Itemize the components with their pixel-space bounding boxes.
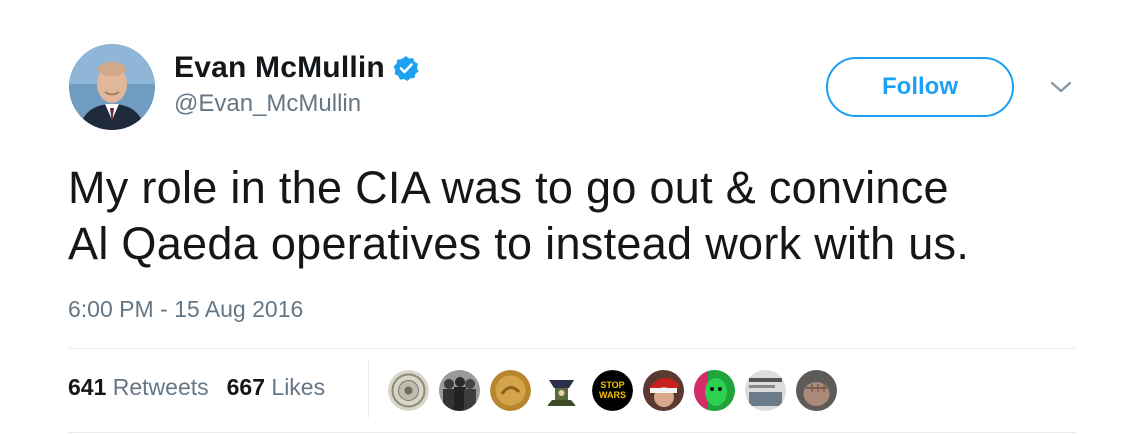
display-name[interactable]: Evan McMullin bbox=[174, 51, 385, 85]
divider bbox=[68, 432, 1076, 433]
chevron-down-icon[interactable] bbox=[1048, 77, 1074, 97]
verified-badge-icon bbox=[393, 55, 419, 81]
tweet-text-line-1: My role in the CIA was to go out & convi… bbox=[68, 162, 949, 213]
coin-avatar[interactable] bbox=[490, 370, 531, 411]
seal-avatar[interactable] bbox=[388, 370, 429, 411]
divider bbox=[68, 348, 1076, 349]
retweets-stat[interactable]: 641 Retweets bbox=[68, 374, 209, 401]
tweet-text: My role in the CIA was to go out & convi… bbox=[68, 160, 1128, 272]
retweets-label: Retweets bbox=[112, 374, 209, 400]
fist-avatar[interactable] bbox=[796, 370, 837, 411]
tweet-stats: 641 Retweets 667 Likes bbox=[68, 374, 343, 401]
follow-button[interactable]: Follow bbox=[826, 57, 1014, 117]
stats-divider bbox=[368, 360, 369, 418]
tweet-text-line-2: Al Qaeda operatives to instead work with… bbox=[68, 218, 970, 269]
tweet-card: Evan McMullin @Evan_McMullin Follow My r… bbox=[0, 0, 1146, 434]
avatar[interactable] bbox=[69, 44, 155, 130]
stop-wars-avatar[interactable]: STOP WARS bbox=[592, 370, 633, 411]
retweets-count: 641 bbox=[68, 374, 107, 400]
neon-face-avatar[interactable] bbox=[694, 370, 735, 411]
santa-avatar[interactable] bbox=[643, 370, 684, 411]
profile-photo-icon bbox=[69, 44, 155, 130]
tweet-timestamp[interactable]: 6:00 PM - 15 Aug 2016 bbox=[68, 296, 303, 323]
cartoon-avatar[interactable] bbox=[541, 370, 582, 411]
likes-label: Likes bbox=[271, 374, 326, 400]
liker-avatars: STOP WARS bbox=[388, 370, 847, 411]
svg-text:STOP: STOP bbox=[600, 380, 624, 390]
name-row: Evan McMullin bbox=[174, 48, 419, 88]
likes-stat[interactable]: 667 Likes bbox=[227, 374, 325, 401]
screenshot-avatar[interactable] bbox=[745, 370, 786, 411]
user-handle[interactable]: @Evan_McMullin bbox=[174, 90, 361, 118]
svg-text:WARS: WARS bbox=[599, 390, 626, 400]
likes-count: 667 bbox=[226, 374, 266, 400]
group-photo-avatar[interactable] bbox=[439, 370, 480, 411]
